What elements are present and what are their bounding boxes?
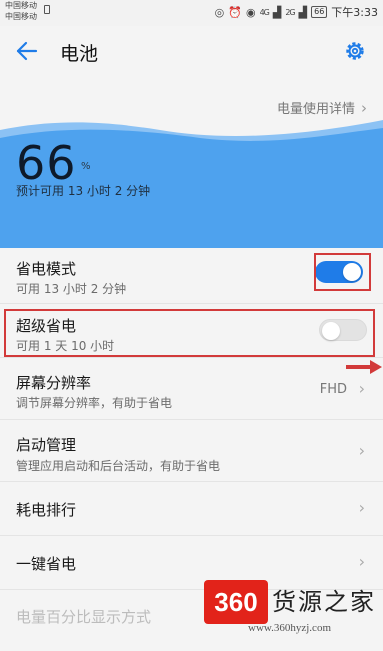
resolution-value: FHD [319,382,347,397]
carrier-label-2: 中国移动 [5,12,37,21]
battery-icon: 66 [311,6,328,18]
eye-icon: ◉ [245,5,256,19]
usage-detail-label: 电量使用详情 [276,102,355,117]
alarm-icon: ⏰ [228,5,242,19]
usage-detail-link[interactable]: 电量使用详情 › [276,98,367,118]
watermark-logo: 360 [204,580,268,624]
resolution-sub: 调节屏幕分辨率，有助于省电 [16,396,173,410]
battery-estimate: 预计可用 13 小时 2 分钟 [16,184,151,198]
nfc-icon: ◎ [214,5,225,19]
status-bar: 中国移动 中国移动 ◎ ⏰ ◉ 4G ▟ 2G ▟ 66 下午3:33 [0,0,383,26]
power-saving-label: 省电模式 [16,260,77,278]
watermark-title: 货源之家 [272,588,376,616]
chevron-right-icon: › [358,379,365,398]
battery-percent-unit: % [81,161,91,172]
clock: 下午3:33 [331,6,378,19]
chevron-right-icon: › [361,98,367,117]
signal-1-icon: 4G [259,7,270,17]
power-ranking-label: 耗电排行 [16,501,77,519]
power-saving-sub: 可用 13 小时 2 分钟 [16,282,127,296]
one-key-saving-label: 一键省电 [16,555,77,573]
app-header: 电池 [0,26,383,78]
sim-icon [44,5,50,14]
highlight-box-super-saving [4,309,375,357]
watermark: 360 货源之家 www.360hyzj.com [198,576,383,651]
list-item-startup-management[interactable]: 启动管理 管理应用启动和后台活动，有助于省电 › [0,420,383,482]
startup-management-sub: 管理应用启动和后台活动，有助于省电 [16,459,221,473]
status-icons: ◎ ⏰ ◉ 4G ▟ 2G ▟ 66 下午3:33 [215,4,378,20]
chevron-right-icon: › [358,552,365,571]
arrow-left-icon[interactable] [14,38,40,64]
carrier-label-1: 中国移动 [5,1,37,10]
chevron-right-icon: › [358,441,365,460]
percent-display-label: 电量百分比显示方式 [16,608,152,626]
signal-2-icon: 2G [285,7,295,17]
arrow-right-icon [346,360,382,374]
watermark-url: www.360hyzj.com [248,622,331,634]
chevron-right-icon: › [358,498,365,517]
resolution-label: 屏幕分辨率 [16,374,92,392]
highlight-box-toggle [314,253,371,291]
gear-icon[interactable] [343,39,367,63]
list-item-power-ranking[interactable]: 耗电排行 › [0,482,383,536]
startup-management-label: 启动管理 [16,436,77,454]
signal-bars-2-icon: ▟ [298,5,308,19]
signal-bars-1-icon: ▟ [272,5,282,19]
list-item-resolution[interactable]: 屏幕分辨率 调节屏幕分辨率，有助于省电 FHD › [0,358,383,420]
page-title: 电池 [60,43,99,65]
